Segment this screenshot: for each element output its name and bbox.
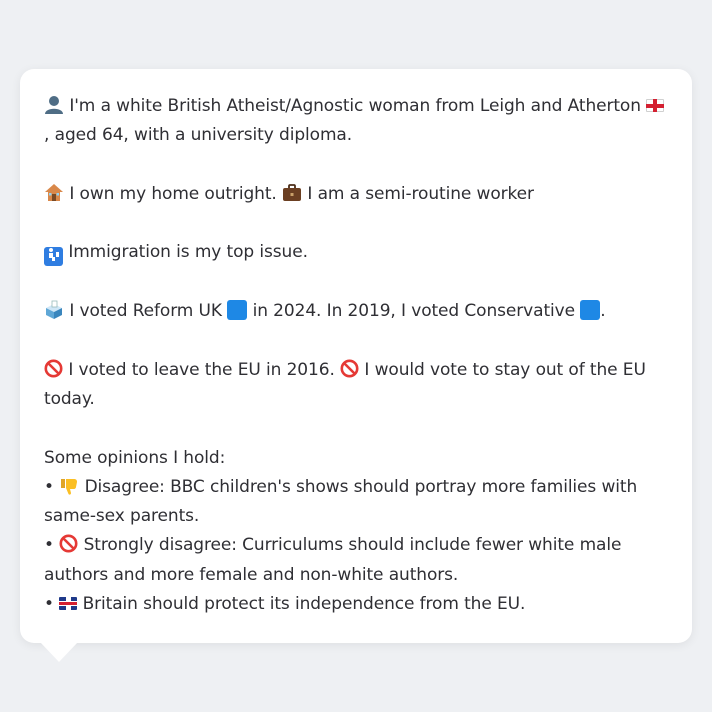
vote-line: I voted Reform UK in 2024. In 2019, I vo…: [44, 297, 668, 326]
vote-text-b: in 2024. In 2019, I voted Conservative: [252, 301, 575, 322]
ballot-box-icon: [44, 300, 64, 321]
vote-period: .: [600, 301, 606, 322]
bullet: •: [44, 594, 54, 615]
identity-comma: ,: [44, 125, 50, 146]
identity-line: I'm a white British Atheist/Agnostic wom…: [44, 91, 668, 151]
work-text: I am a semi-routine worker: [307, 183, 534, 204]
england-flag-icon: [646, 99, 665, 112]
house-icon: [44, 183, 64, 204]
opinion-text: Britain should protect its independence …: [82, 594, 526, 615]
no-entry-icon: [59, 534, 78, 555]
passport-control-icon: [44, 247, 63, 267]
no-entry-icon: [44, 359, 63, 380]
message-bubble: I'm a white British Atheist/Agnostic wom…: [20, 69, 692, 643]
opinion-item: • Britain should protect its independenc…: [44, 590, 668, 619]
thumbs-down-icon: [59, 477, 79, 497]
opinions-title: Some opinions I hold:: [44, 447, 226, 468]
uk-flag-icon: [59, 597, 78, 611]
bullet: •: [44, 476, 54, 497]
vote-text-a: I voted Reform UK: [69, 301, 222, 322]
bullet: •: [44, 535, 54, 556]
issue-text: Immigration is my top issue.: [68, 242, 308, 263]
person-silhouette-icon: [44, 96, 64, 115]
blue-square-icon: [227, 300, 248, 321]
opinion-text: Strongly disagree: Curriculums should in…: [44, 535, 622, 585]
opinion-item: • Strongly disagree: Curriculums should …: [44, 531, 668, 590]
issue-line: Immigration is my top issue.: [44, 238, 668, 267]
eu-line: I voted to leave the EU in 2016. I would…: [44, 356, 668, 415]
bubble-tail: [40, 642, 78, 662]
housing-work-line: I own my home outright. I am a semi-rout…: [44, 180, 668, 209]
opinion-item: • Disagree: BBC children's shows should …: [44, 473, 668, 532]
eu-text-a: I voted to leave the EU in 2016.: [68, 359, 335, 380]
persona-description: I'm a white British Atheist/Agnostic wom…: [44, 91, 668, 619]
blue-square-icon: [580, 300, 601, 321]
home-text: I own my home outright.: [69, 183, 277, 204]
no-entry-icon: [340, 359, 359, 380]
identity-text-cont: aged 64, with a university diploma.: [54, 125, 353, 146]
briefcase-icon: [282, 183, 302, 204]
opinion-text: Disagree: BBC children's shows should po…: [44, 476, 638, 527]
identity-text: I'm a white British Atheist/Agnostic wom…: [69, 96, 641, 116]
